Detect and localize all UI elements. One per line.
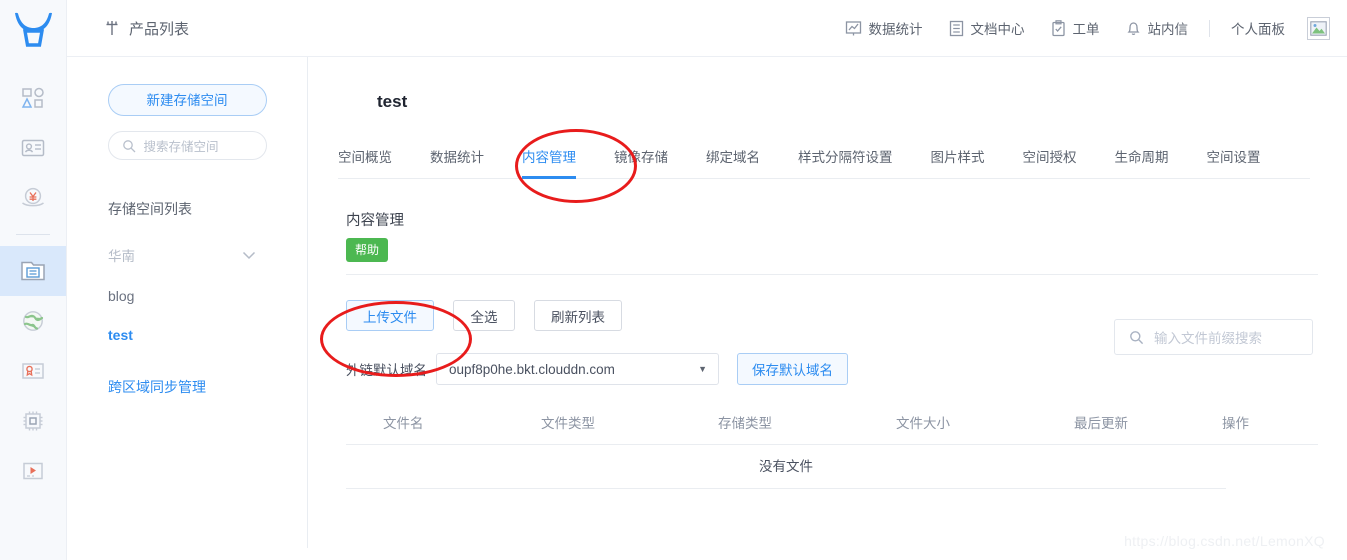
header-item-label: 站内信 xyxy=(1147,22,1189,37)
new-bucket-button[interactable]: 新建存储空间 xyxy=(107,84,267,116)
bucket-list-title: 存储空间列表 xyxy=(108,201,192,217)
column-header-actions: 操作 xyxy=(1222,416,1249,431)
bell-icon xyxy=(1126,20,1141,37)
rail-item-billing[interactable] xyxy=(0,173,66,223)
section-divider xyxy=(346,274,1318,275)
chip-icon xyxy=(21,409,45,433)
column-header-filetype: 文件类型 xyxy=(541,416,595,431)
certificate-icon xyxy=(21,361,45,381)
shapes-icon xyxy=(21,86,45,110)
refresh-list-button[interactable]: 刷新列表 xyxy=(534,300,622,331)
help-badge[interactable]: 帮助 xyxy=(346,238,389,262)
id-card-icon xyxy=(21,138,45,158)
page-title: test xyxy=(377,92,408,111)
column-header-filename: 文件名 xyxy=(383,416,424,431)
tab-space-authorization[interactable]: 空间授权 xyxy=(1023,146,1077,178)
save-default-domain-button[interactable]: 保存默认域名 xyxy=(737,353,848,385)
avatar[interactable] xyxy=(1307,16,1330,40)
document-icon xyxy=(949,20,964,37)
chevron-down-icon xyxy=(242,251,256,260)
rail-item-cdn[interactable] xyxy=(0,296,66,346)
column-header-filesize: 文件大小 xyxy=(896,416,950,431)
bucket-sidebar: 新建存储空间 搜索存储空间 存储空间列表 华南 blog test 跨区域同步管… xyxy=(67,57,308,548)
search-icon xyxy=(122,139,136,153)
header-item-tickets[interactable]: 工单 xyxy=(1038,18,1113,38)
file-search-placeholder: 输入文件前缀搜索 xyxy=(1154,331,1262,346)
cross-region-sync-link[interactable]: 跨区域同步管理 xyxy=(108,377,307,397)
rail-item-products[interactable] xyxy=(0,73,66,123)
rail-item-list xyxy=(0,57,66,496)
file-search-input[interactable]: 输入文件前缀搜索 xyxy=(1114,319,1313,355)
region-label: 华南 xyxy=(108,249,135,264)
column-header-lastupdate: 最后更新 xyxy=(1074,416,1128,431)
rail-item-account[interactable] xyxy=(0,123,66,173)
bucket-item-test[interactable]: test xyxy=(108,327,307,343)
header-item-label: 文档中心 xyxy=(970,22,1025,37)
folder-document-icon xyxy=(20,259,46,283)
breadcrumb[interactable]: 产品列表 xyxy=(104,18,189,39)
bucket-item-blog[interactable]: blog xyxy=(108,288,307,304)
upload-file-button[interactable]: 上传文件 xyxy=(346,300,434,331)
table-header-row: 文件名 文件类型 存储类型 文件大小 最后更新 操作 xyxy=(346,412,1318,445)
header-item-personal-panel[interactable]: 个人面板 xyxy=(1218,18,1298,38)
header-item-statistics[interactable]: 数据统计 xyxy=(832,18,936,38)
bucket-search-input[interactable]: 搜索存储空间 xyxy=(107,131,267,160)
default-domain-value: oupf8p0he.bkt.clouddn.com xyxy=(449,361,615,377)
header-actions: 数据统计 文档中心 工单 站内信 个人面板 xyxy=(832,16,1330,40)
table-empty-state: 没有文件 xyxy=(346,445,1226,489)
section-title: 内容管理 xyxy=(346,213,404,229)
main-content: test 空间概览 数据统计 内容管理 镜像存储 绑定域名 样式分隔符设置 图片… xyxy=(308,57,1347,560)
chart-icon xyxy=(845,20,862,37)
column-header-storagetype: 存储类型 xyxy=(718,416,772,431)
header-divider xyxy=(1209,19,1210,37)
tab-space-overview[interactable]: 空间概览 xyxy=(338,146,392,178)
select-all-button[interactable]: 全选 xyxy=(453,300,515,331)
rail-item-certificate[interactable] xyxy=(0,346,66,396)
bucket-search-placeholder: 搜索存储空间 xyxy=(143,140,219,154)
tab-image-styles[interactable]: 图片样式 xyxy=(931,146,985,178)
region-group-huanan[interactable]: 华南 xyxy=(108,245,256,265)
clipboard-icon xyxy=(1051,19,1066,37)
default-domain-select[interactable]: oupf8p0he.bkt.clouddn.com ▼ xyxy=(436,353,719,385)
header-item-label: 工单 xyxy=(1072,22,1100,37)
rail-item-media[interactable] xyxy=(0,446,66,496)
qiniu-bull-logo[interactable] xyxy=(0,0,66,57)
default-domain-label: 外链默认域名 xyxy=(346,363,427,378)
tab-content-management[interactable]: 内容管理 xyxy=(522,146,576,179)
file-table: 文件名 文件类型 存储类型 文件大小 最后更新 操作 没有文件 xyxy=(346,412,1318,489)
tab-lifecycle[interactable]: 生命周期 xyxy=(1115,146,1169,178)
watermark: https://blog.csdn.net/LemonXQ xyxy=(1124,533,1325,549)
tab-space-settings[interactable]: 空间设置 xyxy=(1207,146,1261,178)
icon-rail xyxy=(0,0,67,560)
search-icon xyxy=(1129,330,1144,345)
header-item-label: 数据统计 xyxy=(868,22,923,37)
broken-image-icon xyxy=(1310,20,1327,36)
page-root: 产品列表 数据统计 文档中心 工单 站内信 个人面板 新建存储空间 搜索存储空间… xyxy=(0,0,1347,560)
header-item-docs[interactable]: 文档中心 xyxy=(936,18,1038,38)
caret-down-icon: ▼ xyxy=(698,364,707,374)
rail-item-compute[interactable] xyxy=(0,396,66,446)
grid-icon xyxy=(104,20,120,36)
rail-item-storage[interactable] xyxy=(0,246,66,296)
media-player-icon xyxy=(21,461,45,481)
breadcrumb-label: 产品列表 xyxy=(129,20,190,38)
money-hand-icon xyxy=(20,186,46,210)
bucket-tabs: 空间概览 数据统计 内容管理 镜像存储 绑定域名 样式分隔符设置 图片样式 空间… xyxy=(338,138,1310,179)
header-item-messages[interactable]: 站内信 xyxy=(1113,18,1202,38)
tab-style-separator-settings[interactable]: 样式分隔符设置 xyxy=(798,146,893,178)
tab-data-statistics[interactable]: 数据统计 xyxy=(430,146,484,178)
header-personal-panel-label: 个人面板 xyxy=(1231,22,1285,37)
tab-bind-domain[interactable]: 绑定域名 xyxy=(706,146,760,178)
tab-mirror-storage[interactable]: 镜像存储 xyxy=(614,146,668,178)
default-domain-row: 外链默认域名 oupf8p0he.bkt.clouddn.com ▼ 保存默认域… xyxy=(346,353,1347,385)
globe-icon xyxy=(21,309,45,333)
top-header: 产品列表 数据统计 文档中心 工单 站内信 个人面板 xyxy=(67,0,1347,57)
rail-divider xyxy=(16,234,50,235)
